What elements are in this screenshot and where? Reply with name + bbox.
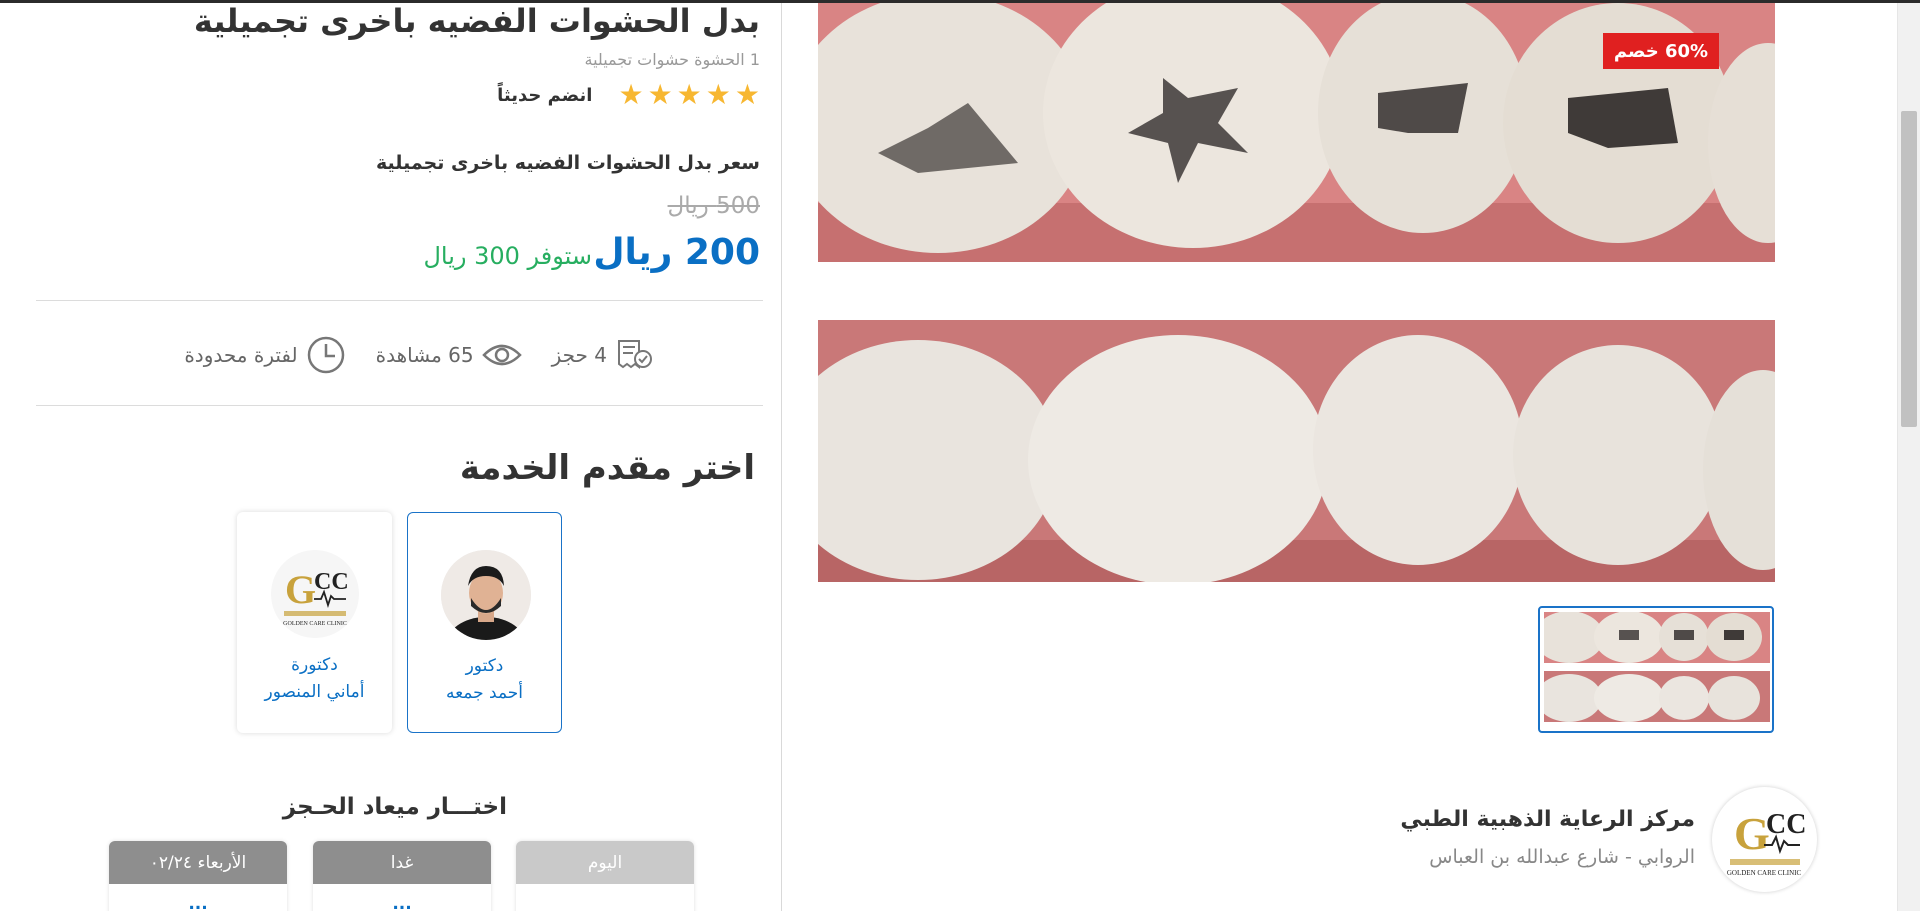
clock-icon xyxy=(307,336,344,374)
svg-text:GOLDEN CARE CLINIC: GOLDEN CARE CLINIC xyxy=(1727,869,1802,877)
duration-label: لفترة محدودة xyxy=(184,343,298,367)
star-icon: ★ xyxy=(734,78,760,111)
views-count: 65 مشاهدة xyxy=(375,343,474,367)
thumbnail-after[interactable] xyxy=(1544,671,1770,722)
teeth-with-cosmetic-fillings-image xyxy=(818,320,1775,582)
center-logo[interactable]: G CC GOLDEN CARE CLINIC xyxy=(1712,787,1817,892)
thumbnail-strip[interactable] xyxy=(1538,606,1774,733)
center-address: الروابي - شارع عبدالله بن العباس xyxy=(1429,846,1695,868)
day-header: غدا xyxy=(313,841,491,884)
star-icon: ★ xyxy=(647,78,673,111)
svg-text:GOLDEN CARE CLINIC: GOLDEN CARE CLINIC xyxy=(283,621,347,627)
divider xyxy=(36,405,763,406)
providers-heading: اختر مقدم الخدمة xyxy=(459,448,755,488)
star-rating: ★ ★ ★ ★ ★ xyxy=(618,81,760,109)
provider-name: أحمد جمعه xyxy=(445,683,524,703)
star-icon: ★ xyxy=(676,78,702,111)
old-price: 500 ريال xyxy=(667,193,760,219)
time-slot[interactable]: ... xyxy=(313,884,491,911)
stats-row: 4 حجز 65 مشاهدة لفترة محدودة xyxy=(135,335,655,375)
provider-title: دكتور xyxy=(465,656,504,676)
divider xyxy=(36,300,763,301)
vertical-scrollbar[interactable] xyxy=(1897,3,1920,911)
new-price: 200 ريال xyxy=(593,232,760,273)
bookings-stat: 4 حجز xyxy=(552,337,655,373)
bookings-count: 4 حجز xyxy=(551,343,607,367)
discount-badge: 60% خصم xyxy=(1603,33,1719,69)
provider-card-ahmed[interactable]: دكتور أحمد جمعه xyxy=(407,512,562,733)
clinic-logo-avatar: G CC GOLDEN CARE CLINIC xyxy=(270,549,360,639)
appointment-heading: اختـــار ميعاد الحـجز xyxy=(282,794,507,820)
column-divider xyxy=(781,3,782,911)
star-icon: ★ xyxy=(618,78,644,111)
joined-label: انضم حديثاً xyxy=(497,84,593,106)
center-name[interactable]: مركز الرعاية الذهبية الطبي xyxy=(1400,807,1695,832)
day-column-today[interactable]: اليوم xyxy=(516,841,694,911)
savings-text: ستوفر 300 ريال xyxy=(423,242,592,270)
service-subtitle: 1 الحشوة حشوات تجميلية xyxy=(584,50,760,69)
day-column-wednesday[interactable]: الأربعاء ٠٢/٢٤ ... xyxy=(109,841,287,911)
provider-title: دكتورة xyxy=(291,655,338,675)
provider-name: أماني المنصور xyxy=(264,682,365,702)
day-header: الأربعاء ٠٢/٢٤ xyxy=(109,841,287,884)
provider-card-amani[interactable]: G CC GOLDEN CARE CLINIC دكتورة أماني الم… xyxy=(237,512,392,733)
views-stat: 65 مشاهدة xyxy=(376,341,522,369)
svg-text:CC: CC xyxy=(1766,809,1806,840)
duration-stat: لفترة محدودة xyxy=(184,335,345,375)
rating-row: ★ ★ ★ ★ ★ انضم حديثاً xyxy=(497,81,760,109)
price-heading: سعر بدل الحشوات الفضيه باخرى تجميلية xyxy=(376,152,760,174)
svg-text:CC: CC xyxy=(314,569,349,595)
svg-text:G: G xyxy=(285,567,316,612)
star-icon: ★ xyxy=(705,78,731,111)
thumbnail-before[interactable] xyxy=(1544,612,1770,663)
eye-icon xyxy=(481,344,522,366)
scrollbar-thumb[interactable] xyxy=(1901,111,1917,427)
time-slot[interactable]: ... xyxy=(109,884,287,911)
doctor-avatar xyxy=(441,550,531,640)
svg-text:G: G xyxy=(1734,808,1770,859)
main-image-after[interactable] xyxy=(818,320,1775,582)
day-header: اليوم xyxy=(516,841,694,884)
receipt-check-icon xyxy=(618,340,652,369)
service-title: بدل الحشوات الفضيه باخرى تجميلية xyxy=(193,2,760,40)
time-slot[interactable] xyxy=(516,884,694,894)
day-column-tomorrow[interactable]: غدا ... xyxy=(313,841,491,911)
